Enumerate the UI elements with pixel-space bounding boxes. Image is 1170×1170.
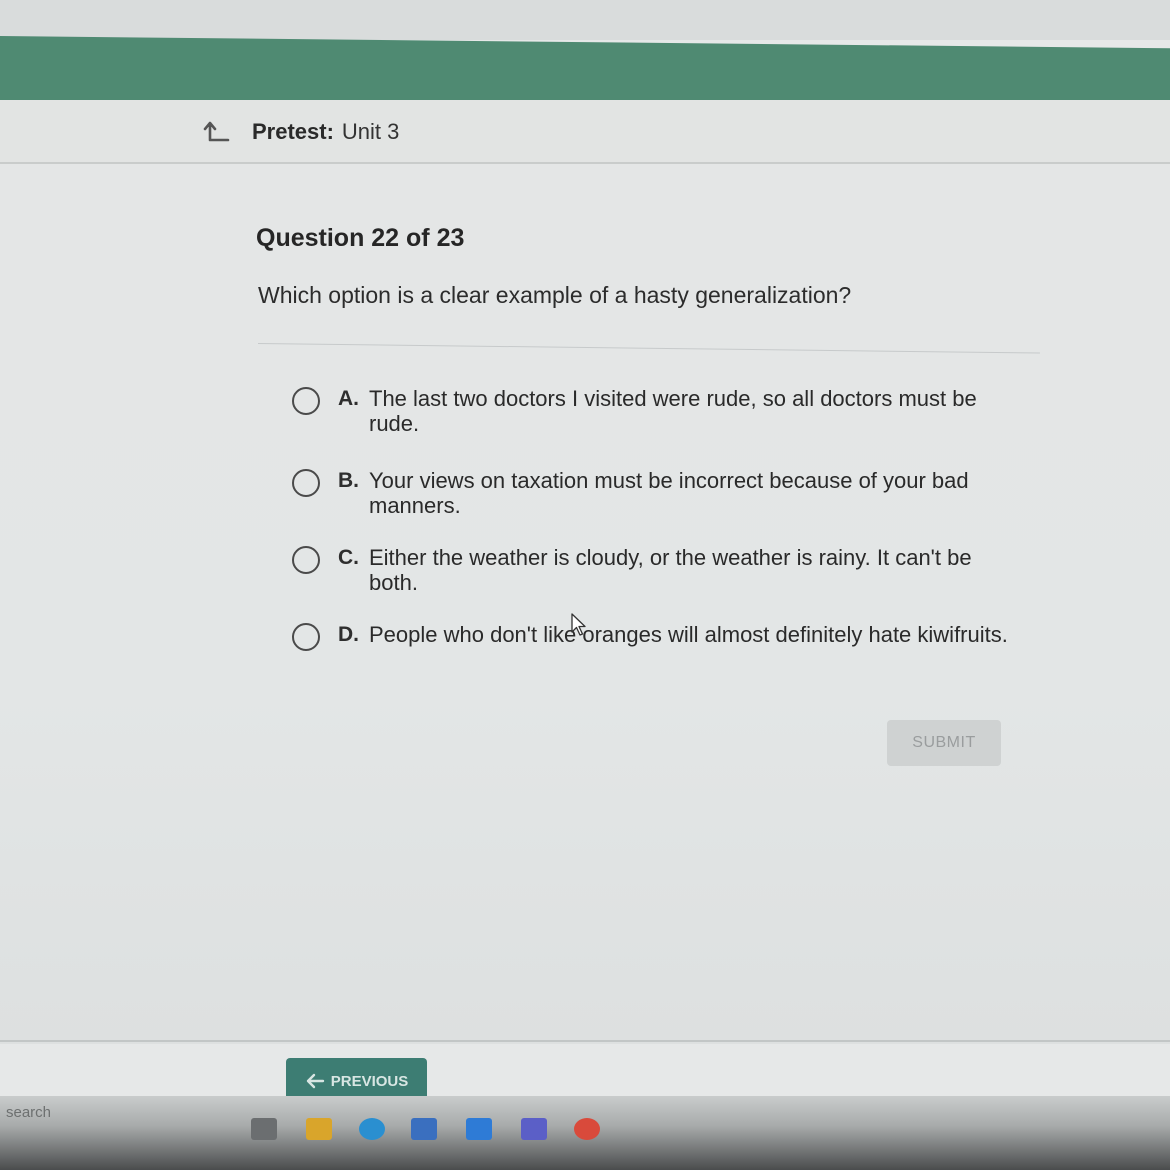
radio-b[interactable] — [292, 469, 320, 497]
submit-button[interactable]: SUBMIT — [887, 720, 1001, 766]
option-text: The last two doctors I visited were rude… — [369, 386, 977, 436]
taskbar-search[interactable]: search — [6, 1104, 51, 1121]
page-title-label: Pretest: — [252, 119, 334, 144]
answer-option-d[interactable]: D. People who don't like oranges will al… — [292, 622, 1032, 651]
back-arrow-icon[interactable] — [200, 114, 234, 148]
mouse-cursor-icon — [571, 613, 586, 636]
edge-browser-icon[interactable] — [359, 1118, 385, 1140]
footer-divider — [0, 1040, 1170, 1042]
radio-c[interactable] — [292, 546, 320, 574]
file-explorer-icon[interactable] — [306, 1118, 332, 1140]
question-prompt: Which option is a clear example of a has… — [258, 282, 852, 308]
answer-option-b[interactable]: B. Your views on taxation must be incorr… — [292, 468, 1012, 518]
browser-top-strip — [0, 0, 1170, 40]
option-letter: A. — [338, 387, 359, 410]
page-header: Pretest: Unit 3 — [0, 100, 1170, 164]
radio-d[interactable] — [292, 623, 320, 651]
answer-option-c[interactable]: C. Either the weather is cloudy, or the … — [292, 545, 1012, 595]
option-letter: B. — [338, 469, 359, 492]
radio-a[interactable] — [292, 387, 320, 415]
option-text: People who don't like oranges will almos… — [369, 622, 1008, 647]
arrow-left-icon — [306, 1073, 324, 1089]
page-title-unit: Unit 3 — [341, 119, 400, 144]
chrome-icon[interactable] — [574, 1118, 600, 1140]
teams-icon[interactable] — [521, 1118, 547, 1140]
task-view-icon[interactable] — [251, 1118, 277, 1140]
option-letter: C. — [338, 546, 359, 569]
previous-label: PREVIOUS — [330, 1072, 409, 1090]
mail-icon[interactable] — [466, 1118, 492, 1140]
store-icon[interactable] — [411, 1118, 437, 1140]
option-letter: D. — [338, 623, 359, 646]
page-title: Pretest: Unit 3 — [252, 119, 399, 145]
answer-option-a[interactable]: A. The last two doctors I visited were r… — [292, 386, 1012, 436]
question-number: Question 22 of 23 — [256, 224, 465, 252]
option-text: Your views on taxation must be incorrect… — [369, 468, 969, 518]
option-text: Either the weather is cloudy, or the wea… — [369, 545, 972, 595]
